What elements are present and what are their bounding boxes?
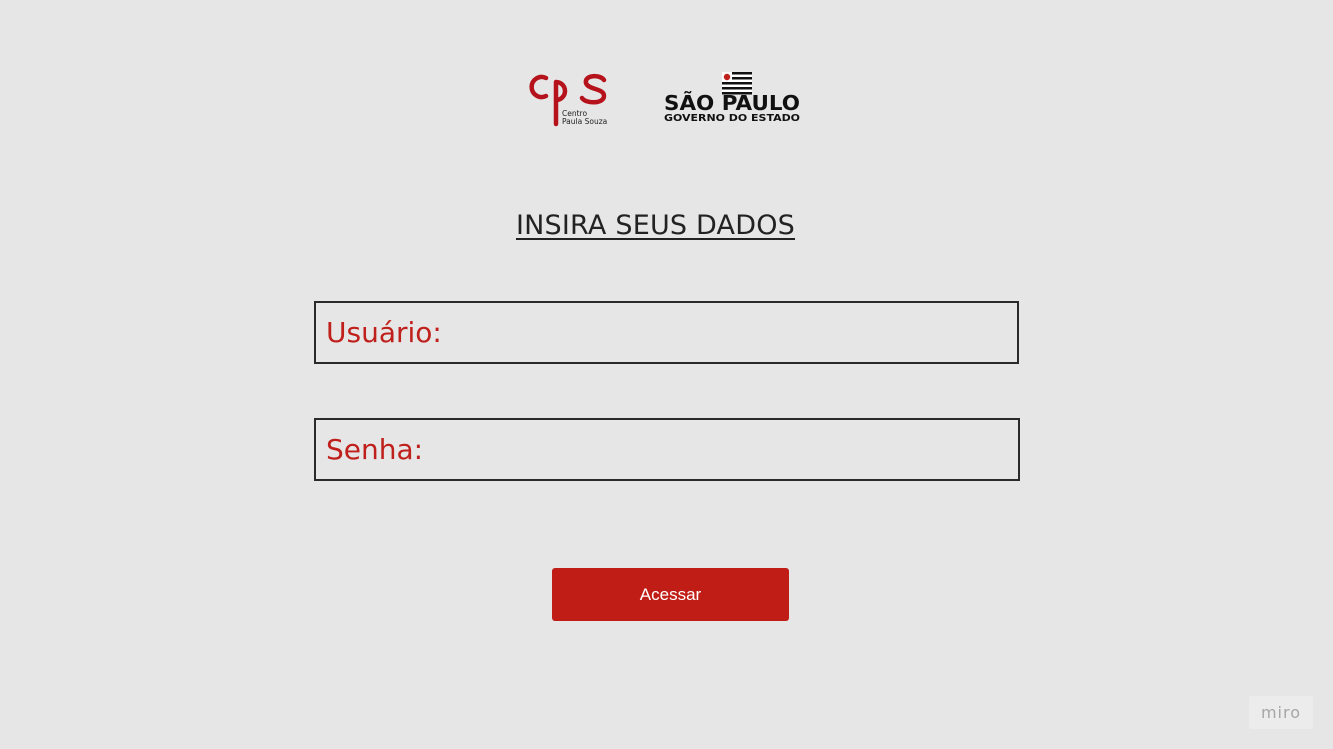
centro-paula-souza-logo: Centro Paula Souza (529, 73, 607, 127)
password-input[interactable] (316, 420, 1018, 479)
sao-paulo-governo-logo: SÃO PAULO GOVERNO DO ESTADO (664, 72, 800, 124)
acessar-button[interactable]: Acessar (552, 568, 789, 621)
username-field[interactable] (314, 301, 1019, 364)
username-input[interactable] (316, 303, 1017, 362)
password-field[interactable] (314, 418, 1020, 481)
miro-watermark: miro (1249, 696, 1313, 729)
form-title: INSIRA SEUS DADOS (515, 210, 796, 241)
login-page: Centro Paula Souza SÃO PAULO GOVERNO DO … (0, 0, 1333, 749)
svg-text:SÃO PAULO: SÃO PAULO (664, 91, 800, 115)
svg-text:Paula Souza: Paula Souza (562, 117, 607, 126)
svg-text:GOVERNO DO ESTADO: GOVERNO DO ESTADO (664, 113, 800, 124)
